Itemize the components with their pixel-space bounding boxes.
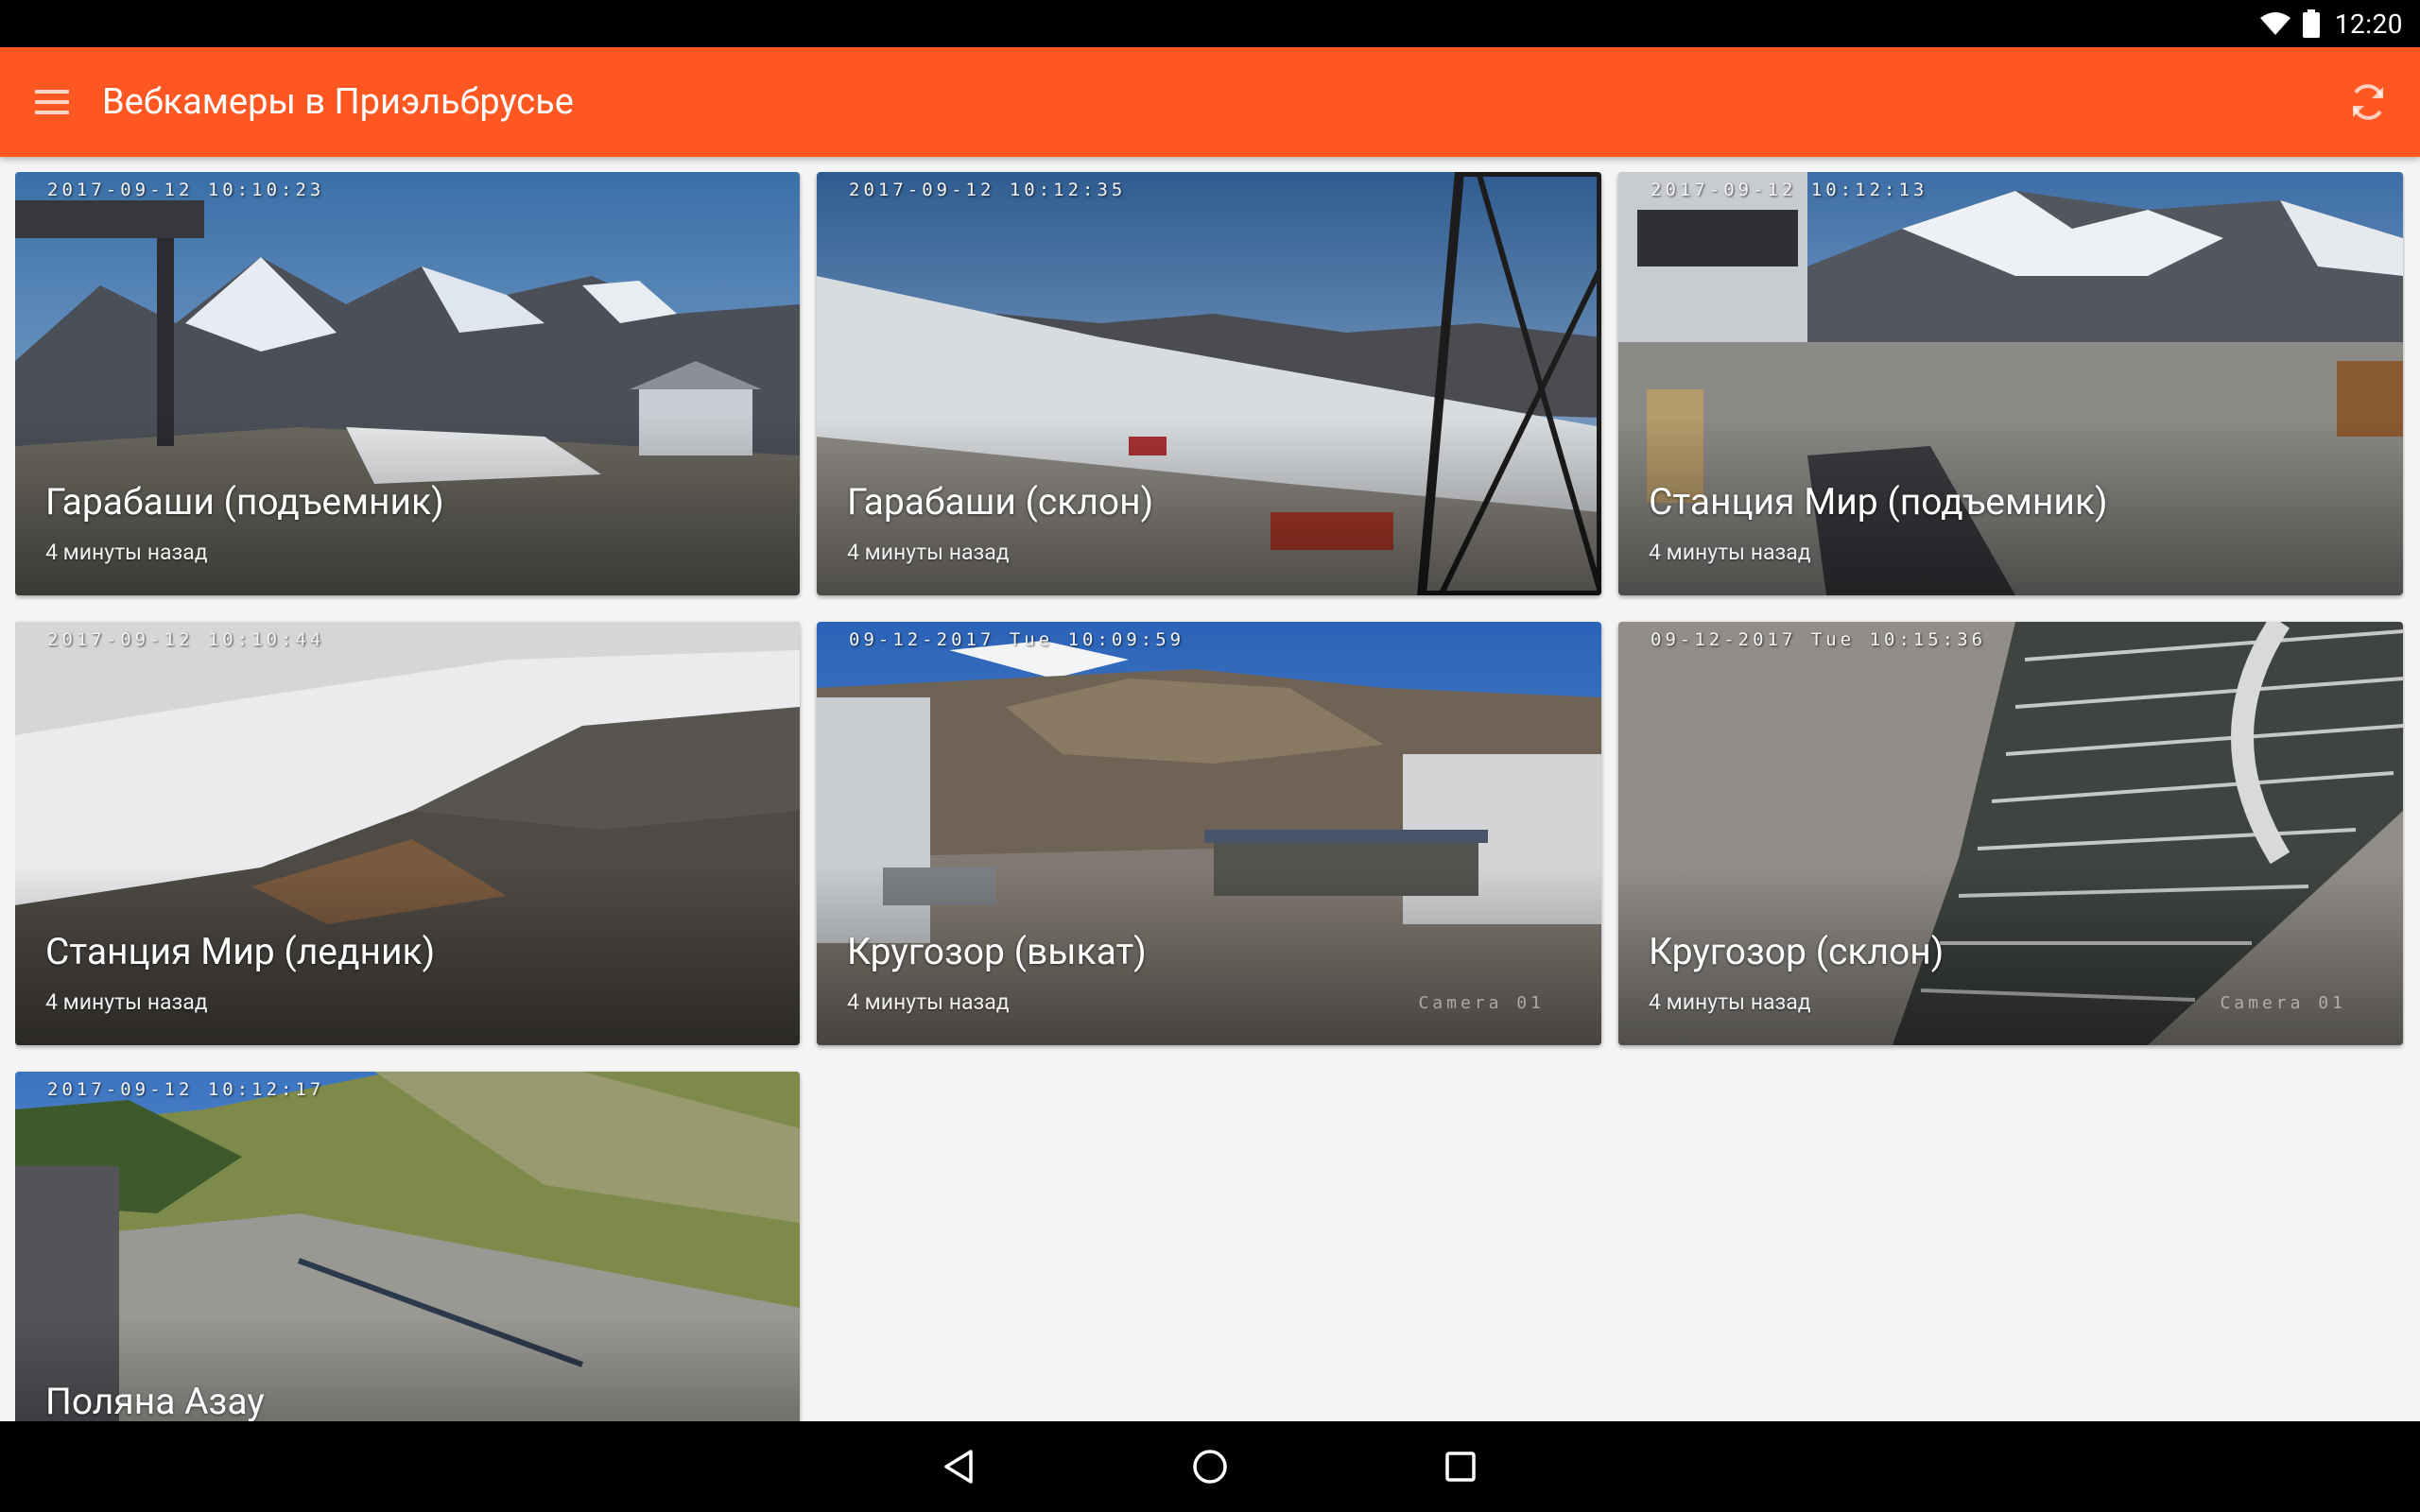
- camera-card[interactable]: 2017-09-12 10:12:35 Гарабаши (склон) 4 м…: [817, 172, 1601, 595]
- camera-timestamp: 2017-09-12 10:10:23: [47, 180, 325, 200]
- wifi-icon: [2259, 12, 2290, 35]
- back-button[interactable]: [931, 1438, 988, 1495]
- page-title: Вебкамеры в Приэльбрусье: [102, 81, 574, 123]
- camera-timestamp: 2017-09-12 10:12:13: [1651, 180, 1928, 200]
- camera-timestamp: 09-12-2017 Tue 10:09:59: [849, 629, 1185, 650]
- camera-card[interactable]: 2017-09-12 10:12:17 Поляна Азау: [15, 1072, 800, 1421]
- camera-timestamp: 2017-09-12 10:10:44: [47, 629, 325, 650]
- home-icon: [1193, 1450, 1227, 1484]
- camera-overlay-label: Camera 01: [2220, 993, 2346, 1013]
- refresh-icon: [2353, 84, 2383, 120]
- camera-card[interactable]: 09-12-2017 Tue 10:09:59 Camera 01 Кругоз…: [817, 622, 1601, 1045]
- camera-name: Кругозор (склон): [1649, 930, 1945, 973]
- camera-name: Станция Мир (подъемник): [1649, 480, 2108, 524]
- app-bar: Вебкамеры в Приэльбрусье: [0, 47, 2420, 157]
- camera-updated: 4 минуты назад: [45, 540, 208, 565]
- camera-updated: 4 минуты назад: [1649, 540, 1811, 565]
- battery-icon: [2302, 9, 2320, 38]
- camera-updated: 4 минуты назад: [45, 989, 208, 1015]
- camera-card[interactable]: 2017-09-12 10:12:13 Станция Мир (подъемн…: [1618, 172, 2403, 595]
- home-button[interactable]: [1182, 1438, 1238, 1495]
- camera-timestamp: 2017-09-12 10:12:35: [849, 180, 1127, 200]
- camera-overlay-label: Camera 01: [1418, 993, 1545, 1013]
- camera-grid: 2017-09-12 10:10:23 Гарабаши (подъемник)…: [15, 172, 2405, 1421]
- recents-button[interactable]: [1432, 1438, 1489, 1495]
- camera-name: Гарабаши (склон): [847, 480, 1154, 524]
- camera-timestamp: 09-12-2017 Tue 10:15:36: [1651, 629, 1987, 650]
- clock: 12:20: [2334, 8, 2403, 40]
- recents-icon: [1445, 1452, 1476, 1482]
- camera-card[interactable]: 2017-09-12 10:10:44 Станция Мир (ледник)…: [15, 622, 800, 1045]
- refresh-button[interactable]: [2316, 47, 2420, 157]
- navigation-bar: [0, 1421, 2420, 1512]
- camera-updated: 4 минуты назад: [847, 540, 1010, 565]
- menu-button[interactable]: [0, 47, 104, 157]
- back-icon: [944, 1450, 973, 1484]
- camera-updated: 4 минуты назад: [847, 989, 1010, 1015]
- camera-name: Поляна Азау: [45, 1380, 265, 1421]
- camera-card[interactable]: 09-12-2017 Tue 10:15:36 Camera 01 Кругоз…: [1618, 622, 2403, 1045]
- camera-card[interactable]: 2017-09-12 10:10:23 Гарабаши (подъемник)…: [15, 172, 800, 595]
- camera-timestamp: 2017-09-12 10:12:17: [47, 1079, 325, 1100]
- camera-name: Гарабаши (подъемник): [45, 480, 444, 524]
- status-icons: [2259, 9, 2320, 38]
- menu-icon: [35, 90, 69, 114]
- status-bar: 12:20: [0, 0, 2420, 47]
- camera-updated: 4 минуты назад: [1649, 989, 1811, 1015]
- camera-name: Кругозор (выкат): [847, 930, 1147, 973]
- camera-name: Станция Мир (ледник): [45, 930, 436, 973]
